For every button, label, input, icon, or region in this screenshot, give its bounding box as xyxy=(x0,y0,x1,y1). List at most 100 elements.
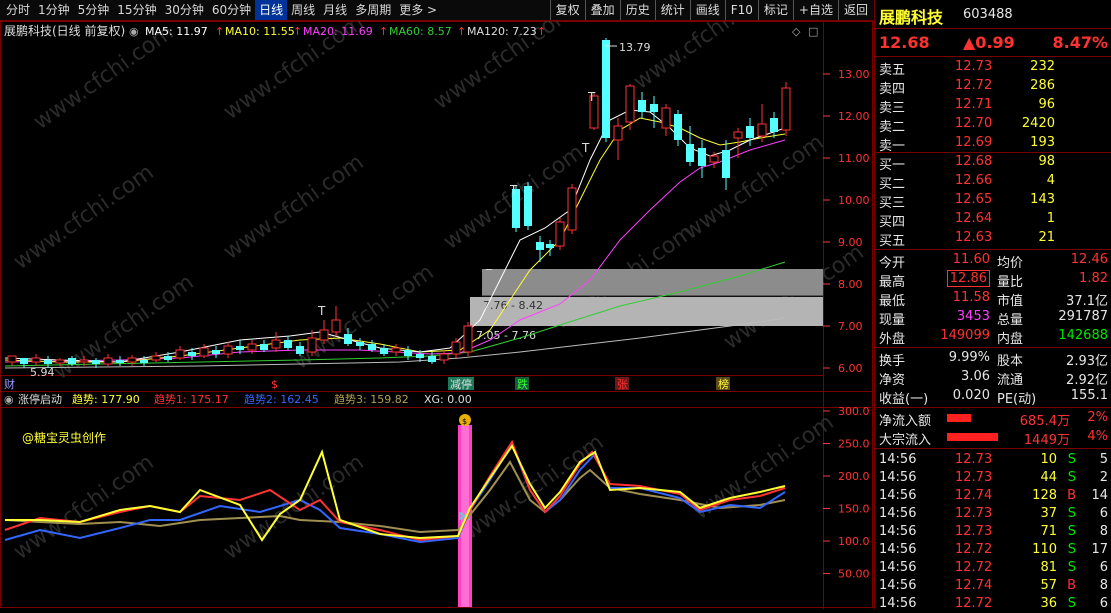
tick-price: 12.74 xyxy=(955,578,993,593)
stat-value: 37.1亿 xyxy=(1066,294,1108,309)
stat-value: 12.86 xyxy=(946,270,990,287)
toolbar-button[interactable]: F10 xyxy=(724,0,758,20)
candle-down xyxy=(722,150,730,178)
level-price: 12.70 xyxy=(955,116,993,131)
stat-value: 0.020 xyxy=(952,388,990,403)
toolbar-button[interactable]: 返回 xyxy=(837,0,873,20)
period-tab[interactable]: 5分钟 xyxy=(74,0,114,20)
level-price: 12.73 xyxy=(955,59,993,74)
tick-row: 14:56 12.72 36 S 6 xyxy=(875,595,1111,613)
stats-row: 今开 11.60 均价 12.46 xyxy=(875,251,1111,271)
flow-bar xyxy=(947,433,998,441)
stat-value: 155.1 xyxy=(1070,388,1108,403)
toolbar-button[interactable]: 历史 xyxy=(619,0,655,20)
candle-up xyxy=(567,187,577,231)
stats-row: 最低 11.58 市值 37.1亿 xyxy=(875,289,1111,309)
candle-down xyxy=(638,100,646,112)
event-marker[interactable]: 张 xyxy=(617,378,628,391)
level-volume: 143 xyxy=(1030,192,1055,207)
period-tab[interactable]: 15分钟 xyxy=(113,0,160,20)
stat-value: 11.60 xyxy=(952,252,990,267)
order-book-row[interactable]: 卖五 12.73 232 xyxy=(875,58,1111,78)
level-label: 卖二 xyxy=(879,120,906,135)
candle-up xyxy=(463,325,473,353)
event-marker[interactable]: 财 xyxy=(4,377,15,391)
stat-label: 净资 xyxy=(879,373,906,388)
stat-value: 3.06 xyxy=(961,369,990,384)
candle-up xyxy=(709,155,719,163)
event-marker[interactable]: 榜 xyxy=(718,377,729,391)
candle-down xyxy=(524,186,532,226)
level-volume: 193 xyxy=(1030,135,1055,150)
last-price: 12.68 xyxy=(879,33,930,52)
level-label: 卖五 xyxy=(879,63,906,78)
order-book-row[interactable]: 买三 12.65 143 xyxy=(875,191,1111,211)
settings-icon: ◉ xyxy=(129,25,139,38)
toolbar-button[interactable]: 叠加 xyxy=(584,0,620,20)
order-book-row[interactable]: 卖二 12.70 2420 xyxy=(875,115,1111,135)
order-book-row[interactable]: 卖一 12.69 193 xyxy=(875,134,1111,154)
period-tab[interactable]: 60分钟 xyxy=(208,0,255,20)
event-marker[interactable]: 跌 xyxy=(517,377,528,391)
level-volume: 1 xyxy=(1046,211,1055,226)
toolbar-button[interactable]: +自选 xyxy=(792,0,838,20)
toolbar-button[interactable]: 画线 xyxy=(689,0,725,20)
order-book-row[interactable]: 买五 12.63 21 xyxy=(875,229,1111,249)
stat-label: 今开 xyxy=(879,256,906,271)
svg-text:T: T xyxy=(587,90,596,104)
price-axis-label: 13.00 xyxy=(838,68,870,81)
price-axis-label: 9.00 xyxy=(838,236,863,249)
order-book-row[interactable]: 买四 12.64 1 xyxy=(875,210,1111,230)
stat-value: 1.82 xyxy=(1079,271,1108,286)
period-tab[interactable]: 日线 xyxy=(255,0,288,20)
period-tab[interactable]: 30分钟 xyxy=(161,0,208,20)
svg-text:↑: ↑ xyxy=(457,25,466,38)
indicator-value: 趋势2: 162.45 xyxy=(244,393,319,406)
stats-row: 最高 12.86 量比 1.82 xyxy=(875,270,1111,290)
period-tab[interactable]: 更多 > xyxy=(395,0,441,20)
stats-row: 现量 3453 总量 291787 xyxy=(875,308,1111,328)
tick-volume: 81 xyxy=(1040,560,1057,575)
level-label: 卖三 xyxy=(879,101,906,116)
event-marker[interactable]: 减停 xyxy=(450,377,472,391)
candle-down xyxy=(546,244,554,248)
tick-count: 2 xyxy=(1099,470,1108,485)
toolbar-button[interactable]: 复权 xyxy=(549,0,585,20)
svg-text:T: T xyxy=(509,183,518,197)
indicator-settings-icon: ◉ xyxy=(4,393,14,406)
tick-price: 12.73 xyxy=(955,452,993,467)
toolbar-button[interactable]: 统计 xyxy=(654,0,690,20)
candle-down xyxy=(20,358,28,364)
order-book-row[interactable]: 买一 12.68 98 xyxy=(875,153,1111,173)
tool-buttons: 复权 叠加 历史 统计 画线 F10 标记 +自选 返回 xyxy=(549,0,873,20)
toolbar-button[interactable]: 标记 xyxy=(757,0,793,20)
period-tab[interactable]: 1分钟 xyxy=(34,0,74,20)
candle-up xyxy=(661,107,671,129)
candle-down xyxy=(260,344,268,350)
stat-value: 2.93亿 xyxy=(1066,354,1108,369)
candle-up xyxy=(79,359,89,363)
watermark-text: www.cfchi.com xyxy=(629,21,778,95)
order-book-row[interactable]: 卖三 12.71 96 xyxy=(875,96,1111,116)
period-tab[interactable]: 月线 xyxy=(319,0,351,20)
high-label: 13.79 xyxy=(619,41,651,54)
period-tab[interactable]: 分时 xyxy=(2,0,34,20)
tick-time: 14:56 xyxy=(879,506,917,521)
order-book-row[interactable]: 卖四 12.72 286 xyxy=(875,77,1111,97)
level-price: 12.63 xyxy=(955,230,993,245)
tick-side: S xyxy=(1067,470,1076,485)
stat-label: 量比 xyxy=(997,275,1024,290)
period-tab[interactable]: 多周期 xyxy=(351,0,395,20)
watermark-text: www.cfchi.com xyxy=(219,150,368,265)
candle-up xyxy=(151,355,161,361)
indicator-axis-label: 150.0 xyxy=(838,503,870,516)
period-tab[interactable]: 周线 xyxy=(287,0,319,20)
candle-down xyxy=(284,340,292,348)
stat-value: 142688 xyxy=(1058,328,1108,343)
event-marker[interactable]: $ xyxy=(271,378,278,391)
svg-text:↑: ↑ xyxy=(215,25,224,38)
kline-chart[interactable]: www.cfchi.com www.cfchi.com www.cfchi.com w… xyxy=(0,21,873,609)
stat-label: 股本 xyxy=(997,354,1024,369)
order-book-row[interactable]: 买二 12.66 4 xyxy=(875,172,1111,192)
indicator-legend: 趋势: 177.90 趋势1: 175.17 趋势2: 162.45 趋势3: 159… xyxy=(72,393,472,406)
